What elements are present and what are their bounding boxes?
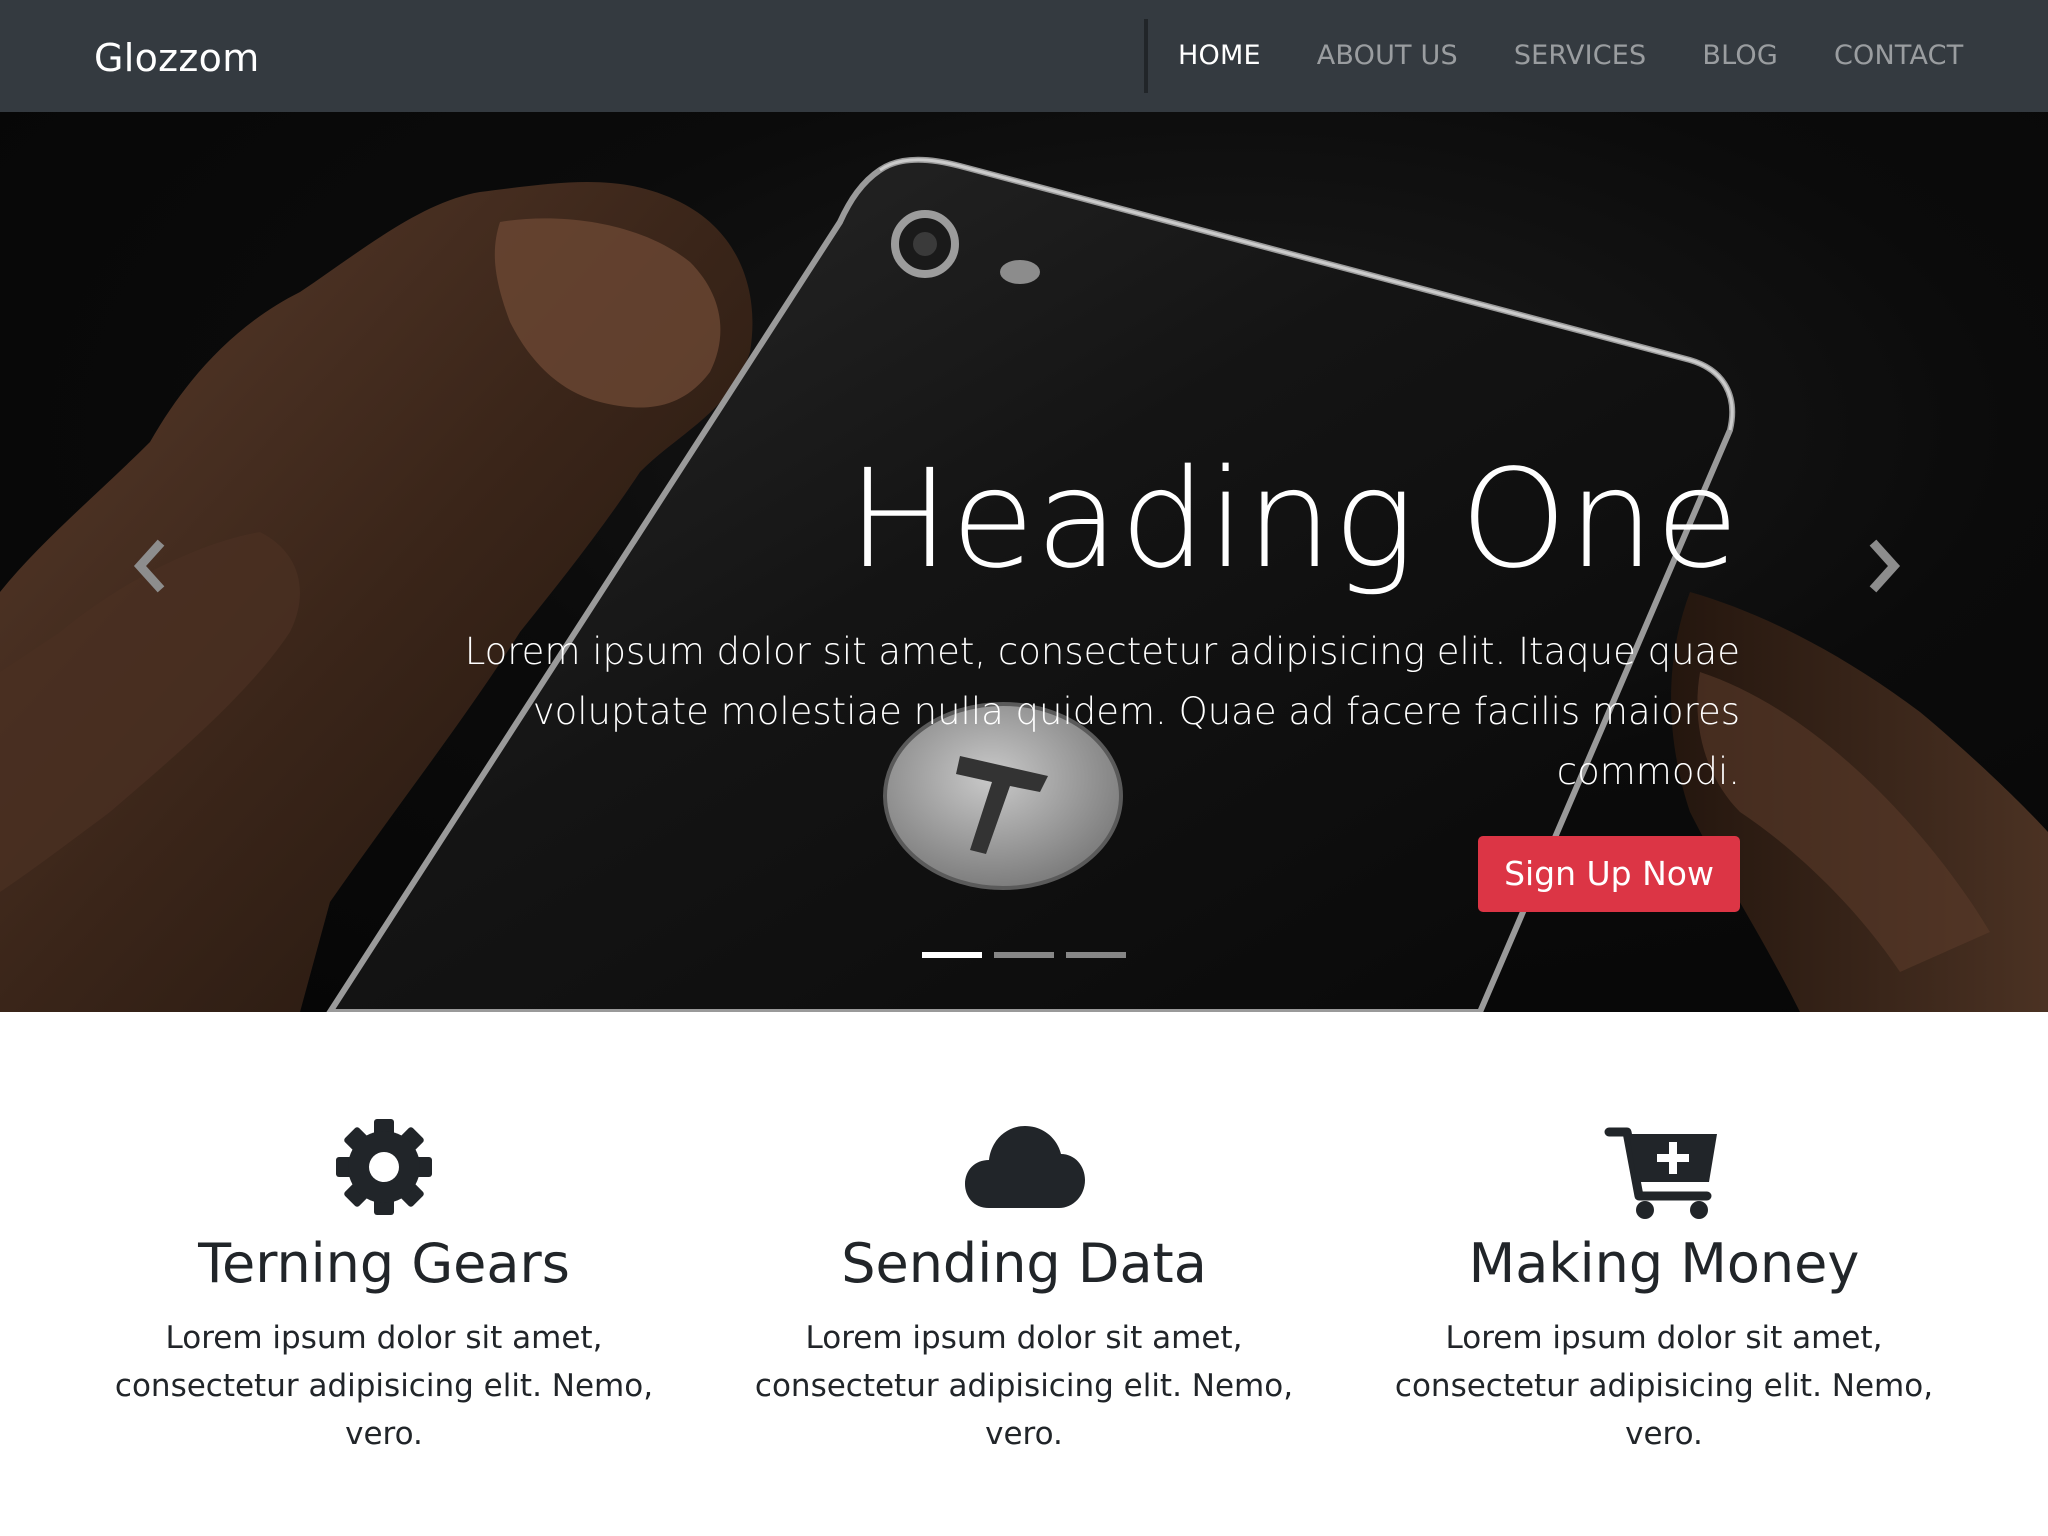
carousel-indicator-2[interactable]: [994, 952, 1054, 958]
feature-text: Lorem ipsum dolor sit amet, consectetur …: [1394, 1319, 1934, 1452]
features-section: Terning Gears Lorem ipsum dolor sit amet…: [0, 1012, 2048, 1536]
carousel-indicators: [922, 952, 1126, 958]
feature-card: Sending Data Lorem ipsum dolor sit amet,…: [704, 1112, 1344, 1458]
nav-link-services[interactable]: SERVICES: [1486, 0, 1675, 112]
hero-carousel: Heading One Lorem ipsum dolor sit amet, …: [0, 112, 2048, 1012]
nav-link-home[interactable]: HOME: [1150, 0, 1289, 112]
nav-links: HOME ABOUT US SERVICES BLOG CONTACT: [1150, 0, 1991, 112]
feature-card: Making Money Lorem ipsum dolor sit amet,…: [1344, 1112, 1984, 1458]
chevron-left-icon: [133, 539, 165, 593]
feature-text: Lorem ipsum dolor sit amet, consectetur …: [114, 1319, 654, 1452]
cart-plus-icon: [1604, 1127, 1717, 1219]
carousel-indicator-1[interactable]: [922, 952, 982, 958]
carousel-next-button[interactable]: [1866, 538, 1906, 594]
sign-up-button[interactable]: Sign Up Now: [1478, 836, 1740, 912]
cloud-icon: [965, 1126, 1085, 1208]
nav-link-contact[interactable]: CONTACT: [1806, 0, 1991, 112]
gear-icon: [336, 1119, 432, 1215]
nav-divider: [1144, 19, 1148, 93]
carousel-indicator-3[interactable]: [1066, 952, 1126, 958]
feature-card: Terning Gears Lorem ipsum dolor sit amet…: [64, 1112, 704, 1458]
hero-caption: Heading One Lorem ipsum dolor sit amet, …: [340, 452, 1740, 912]
feature-text: Lorem ipsum dolor sit amet, consectetur …: [754, 1319, 1294, 1452]
feature-title: Sending Data: [841, 1232, 1207, 1295]
carousel-prev-button[interactable]: [128, 538, 168, 594]
chevron-right-icon: [1869, 539, 1901, 593]
hero-heading: Heading One: [847, 441, 1740, 599]
nav-link-about-us[interactable]: ABOUT US: [1289, 0, 1486, 112]
feature-title: Terning Gears: [198, 1232, 570, 1295]
brand-logo[interactable]: Glozzom: [94, 36, 260, 80]
feature-title: Making Money: [1468, 1232, 1860, 1295]
hero-description: Lorem ipsum dolor sit amet, consectetur …: [464, 630, 1740, 793]
nav-link-blog[interactable]: BLOG: [1674, 0, 1806, 112]
navbar: Glozzom HOME ABOUT US SERVICES BLOG CONT…: [0, 0, 2048, 112]
